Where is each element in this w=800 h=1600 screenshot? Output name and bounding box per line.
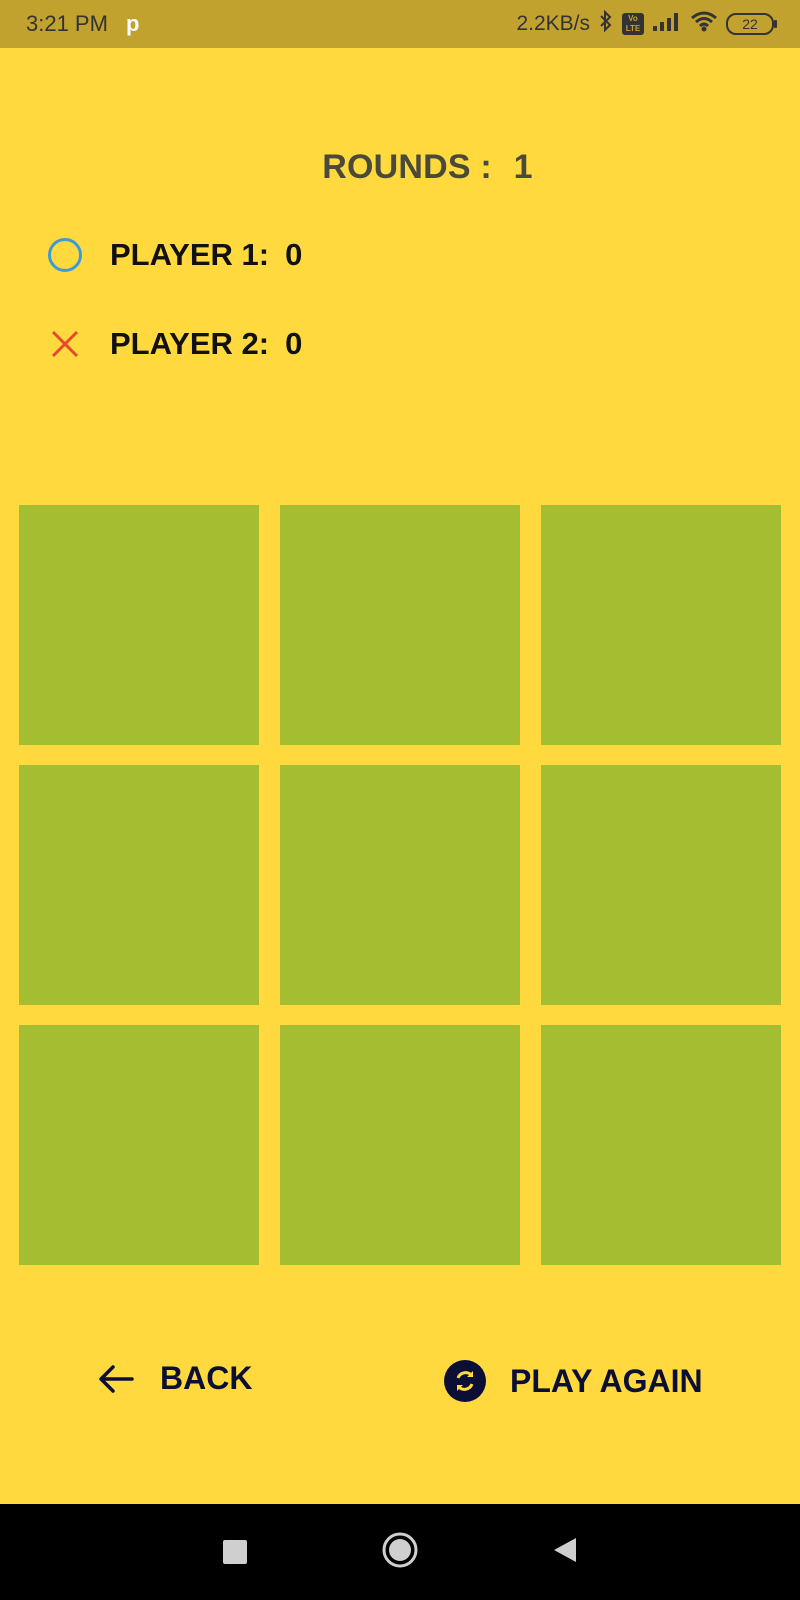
play-again-button[interactable]: PLAY AGAIN — [444, 1360, 703, 1402]
board-cell-6[interactable] — [541, 765, 781, 1005]
back-label: BACK — [160, 1360, 253, 1396]
rounds-counter: ROUNDS : 1 — [0, 148, 800, 187]
board-cell-7[interactable] — [19, 1025, 259, 1265]
player-2-label: PLAYER 2: — [110, 326, 270, 361]
battery-icon: 22 — [726, 13, 777, 35]
app-notification-icon: p — [125, 11, 140, 36]
arrow-left-icon — [98, 1364, 134, 1394]
back-nav-icon — [552, 1536, 578, 1569]
home-button[interactable] — [355, 1504, 445, 1600]
board-cell-1[interactable] — [19, 505, 259, 745]
navigation-bar — [0, 1504, 800, 1600]
rounds-value: 1 — [513, 148, 533, 186]
refresh-icon — [444, 1360, 486, 1402]
player-2-score: 0 — [285, 326, 303, 361]
bluetooth-icon — [598, 9, 614, 38]
back-nav-button[interactable] — [520, 1504, 610, 1600]
back-button[interactable]: BACK — [98, 1360, 252, 1397]
board-cell-2[interactable] — [280, 505, 520, 745]
wifi-icon — [690, 10, 718, 38]
circle-icon — [44, 234, 86, 276]
play-again-label: PLAY AGAIN — [510, 1362, 703, 1399]
player-2-score-row: PLAYER 2: 0 — [44, 323, 302, 365]
cross-icon — [44, 323, 86, 365]
player-1-score-row: PLAYER 1: 0 — [44, 234, 302, 276]
player-1-score: 0 — [285, 237, 303, 272]
home-icon — [381, 1531, 419, 1574]
recent-apps-button[interactable] — [190, 1504, 280, 1600]
network-speed: 2.2KB/s — [516, 12, 590, 35]
recent-apps-icon — [223, 1540, 247, 1564]
board-cell-3[interactable] — [541, 505, 781, 745]
board-cell-5[interactable] — [280, 765, 520, 1005]
board-cell-9[interactable] — [541, 1025, 781, 1265]
status-bar: 3:21 PM p 2.2KB/s Vo LTE 22 — [0, 0, 800, 48]
game-board — [19, 505, 781, 1265]
status-time: 3:21 PM — [26, 11, 108, 36]
player-1-label: PLAYER 1: — [110, 237, 270, 272]
board-cell-8[interactable] — [280, 1025, 520, 1265]
board-cell-4[interactable] — [19, 765, 259, 1005]
rounds-label: ROUNDS : — [322, 148, 492, 186]
volte-icon: Vo LTE — [622, 13, 644, 35]
signal-icon — [652, 11, 682, 37]
